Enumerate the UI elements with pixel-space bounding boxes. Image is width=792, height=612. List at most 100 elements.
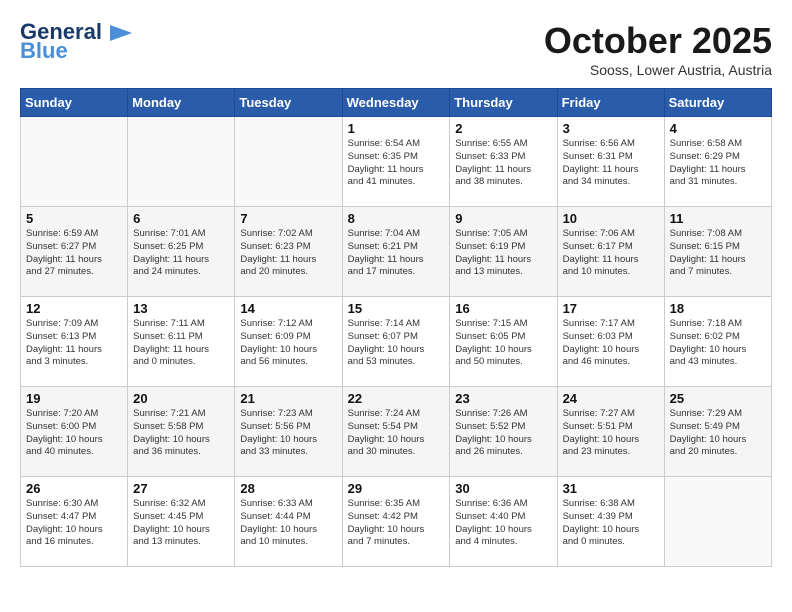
calendar-cell: 13 Sunrise: 7:11 AM Sunset: 6:11 PM Dayli… xyxy=(128,297,235,387)
calendar-cell: 21 Sunrise: 7:23 AM Sunset: 5:56 PM Dayli… xyxy=(235,387,342,477)
calendar-cell: 23Sunrise: 7:26 AM Sunset: 5:52 PM Dayli… xyxy=(450,387,557,477)
calendar-header-row: SundayMondayTuesdayWednesdayThursdayFrid… xyxy=(21,89,772,117)
calendar-cell: 17 Sunrise: 7:17 AM Sunset: 6:03 PM Dayli… xyxy=(557,297,664,387)
calendar-cell xyxy=(235,117,342,207)
day-info: Sunrise: 7:29 AM Sunset: 5:49 PM Dayligh… xyxy=(670,408,766,459)
day-info: Sunrise: 7:05 AM Sunset: 6:19 PM Dayligh… xyxy=(455,228,551,279)
logo-arrow-icon xyxy=(110,25,132,41)
day-info: Sunrise: 6:56 AM Sunset: 6:31 PM Dayligh… xyxy=(563,138,659,189)
day-number: 2 xyxy=(455,121,551,136)
calendar-cell: 6 Sunrise: 7:01 AM Sunset: 6:25 PM Daylig… xyxy=(128,207,235,297)
calendar-cell: 5 Sunrise: 6:59 AM Sunset: 6:27 PM Daylig… xyxy=(21,207,128,297)
day-header-wednesday: Wednesday xyxy=(342,89,450,117)
title-section: October 2025 Sooss, Lower Austria, Austr… xyxy=(544,20,772,78)
day-number: 24 xyxy=(563,391,659,406)
day-number: 1 xyxy=(348,121,445,136)
calendar-cell: 18 Sunrise: 7:18 AM Sunset: 6:02 PM Dayli… xyxy=(664,297,771,387)
calendar-cell xyxy=(128,117,235,207)
calendar-cell: 28 Sunrise: 6:33 AM Sunset: 4:44 PM Dayli… xyxy=(235,477,342,567)
calendar-cell: 3 Sunrise: 6:56 AM Sunset: 6:31 PM Daylig… xyxy=(557,117,664,207)
day-number: 15 xyxy=(348,301,445,316)
page-header: General Blue October 2025 Sooss, Lower A… xyxy=(20,20,772,78)
logo: General Blue xyxy=(20,20,132,62)
day-info: Sunrise: 7:01 AM Sunset: 6:25 PM Dayligh… xyxy=(133,228,229,279)
day-number: 20 xyxy=(133,391,229,406)
day-header-sunday: Sunday xyxy=(21,89,128,117)
day-header-saturday: Saturday xyxy=(664,89,771,117)
day-info: Sunrise: 6:33 AM Sunset: 4:44 PM Dayligh… xyxy=(240,498,336,549)
calendar-cell: 12Sunrise: 7:09 AM Sunset: 6:13 PM Dayli… xyxy=(21,297,128,387)
day-number: 21 xyxy=(240,391,336,406)
calendar-cell: 16 Sunrise: 7:15 AM Sunset: 6:05 PM Dayli… xyxy=(450,297,557,387)
day-header-tuesday: Tuesday xyxy=(235,89,342,117)
day-number: 12 xyxy=(26,301,122,316)
day-number: 6 xyxy=(133,211,229,226)
calendar-week-1: 1Sunrise: 6:54 AM Sunset: 6:35 PM Daylig… xyxy=(21,117,772,207)
calendar-cell: 30Sunrise: 6:36 AM Sunset: 4:40 PM Dayli… xyxy=(450,477,557,567)
logo-blue: Blue xyxy=(20,40,68,62)
day-info: Sunrise: 6:30 AM Sunset: 4:47 PM Dayligh… xyxy=(26,498,122,549)
location: Sooss, Lower Austria, Austria xyxy=(544,62,772,78)
calendar-cell: 10Sunrise: 7:06 AM Sunset: 6:17 PM Dayli… xyxy=(557,207,664,297)
day-info: Sunrise: 7:24 AM Sunset: 5:54 PM Dayligh… xyxy=(348,408,445,459)
day-info: Sunrise: 7:20 AM Sunset: 6:00 PM Dayligh… xyxy=(26,408,122,459)
day-info: Sunrise: 7:08 AM Sunset: 6:15 PM Dayligh… xyxy=(670,228,766,279)
day-number: 13 xyxy=(133,301,229,316)
day-number: 4 xyxy=(670,121,766,136)
day-info: Sunrise: 6:32 AM Sunset: 4:45 PM Dayligh… xyxy=(133,498,229,549)
calendar-cell: 9 Sunrise: 7:05 AM Sunset: 6:19 PM Daylig… xyxy=(450,207,557,297)
day-header-friday: Friday xyxy=(557,89,664,117)
calendar-cell: 19 Sunrise: 7:20 AM Sunset: 6:00 PM Dayli… xyxy=(21,387,128,477)
day-info: Sunrise: 7:26 AM Sunset: 5:52 PM Dayligh… xyxy=(455,408,551,459)
day-info: Sunrise: 6:38 AM Sunset: 4:39 PM Dayligh… xyxy=(563,498,659,549)
calendar-cell: 22 Sunrise: 7:24 AM Sunset: 5:54 PM Dayli… xyxy=(342,387,450,477)
day-info: Sunrise: 7:11 AM Sunset: 6:11 PM Dayligh… xyxy=(133,318,229,369)
day-info: Sunrise: 6:35 AM Sunset: 4:42 PM Dayligh… xyxy=(348,498,445,549)
day-number: 11 xyxy=(670,211,766,226)
calendar-cell xyxy=(664,477,771,567)
day-number: 29 xyxy=(348,481,445,496)
day-info: Sunrise: 7:12 AM Sunset: 6:09 PM Dayligh… xyxy=(240,318,336,369)
day-number: 14 xyxy=(240,301,336,316)
day-number: 3 xyxy=(563,121,659,136)
day-number: 5 xyxy=(26,211,122,226)
day-number: 17 xyxy=(563,301,659,316)
calendar-cell: 29 Sunrise: 6:35 AM Sunset: 4:42 PM Dayli… xyxy=(342,477,450,567)
calendar-cell: 14 Sunrise: 7:12 AM Sunset: 6:09 PM Dayli… xyxy=(235,297,342,387)
day-info: Sunrise: 7:18 AM Sunset: 6:02 PM Dayligh… xyxy=(670,318,766,369)
day-info: Sunrise: 7:06 AM Sunset: 6:17 PM Dayligh… xyxy=(563,228,659,279)
day-number: 7 xyxy=(240,211,336,226)
calendar-cell: 26 Sunrise: 6:30 AM Sunset: 4:47 PM Dayli… xyxy=(21,477,128,567)
day-info: Sunrise: 7:21 AM Sunset: 5:58 PM Dayligh… xyxy=(133,408,229,459)
calendar-cell: 2Sunrise: 6:55 AM Sunset: 6:33 PM Daylig… xyxy=(450,117,557,207)
calendar-cell: 25 Sunrise: 7:29 AM Sunset: 5:49 PM Dayli… xyxy=(664,387,771,477)
day-number: 19 xyxy=(26,391,122,406)
calendar-week-5: 26 Sunrise: 6:30 AM Sunset: 4:47 PM Dayli… xyxy=(21,477,772,567)
day-header-monday: Monday xyxy=(128,89,235,117)
calendar-cell: 27Sunrise: 6:32 AM Sunset: 4:45 PM Dayli… xyxy=(128,477,235,567)
calendar-cell: 7 Sunrise: 7:02 AM Sunset: 6:23 PM Daylig… xyxy=(235,207,342,297)
day-info: Sunrise: 7:15 AM Sunset: 6:05 PM Dayligh… xyxy=(455,318,551,369)
calendar-cell: 8Sunrise: 7:04 AM Sunset: 6:21 PM Daylig… xyxy=(342,207,450,297)
day-number: 9 xyxy=(455,211,551,226)
day-number: 25 xyxy=(670,391,766,406)
calendar-cell: 24Sunrise: 7:27 AM Sunset: 5:51 PM Dayli… xyxy=(557,387,664,477)
day-number: 22 xyxy=(348,391,445,406)
day-info: Sunrise: 7:02 AM Sunset: 6:23 PM Dayligh… xyxy=(240,228,336,279)
day-info: Sunrise: 7:23 AM Sunset: 5:56 PM Dayligh… xyxy=(240,408,336,459)
calendar-cell: 1Sunrise: 6:54 AM Sunset: 6:35 PM Daylig… xyxy=(342,117,450,207)
day-info: Sunrise: 7:14 AM Sunset: 6:07 PM Dayligh… xyxy=(348,318,445,369)
day-number: 31 xyxy=(563,481,659,496)
day-number: 8 xyxy=(348,211,445,226)
calendar-week-4: 19 Sunrise: 7:20 AM Sunset: 6:00 PM Dayli… xyxy=(21,387,772,477)
calendar-cell xyxy=(21,117,128,207)
day-number: 18 xyxy=(670,301,766,316)
month-title: October 2025 xyxy=(544,20,772,62)
day-info: Sunrise: 7:17 AM Sunset: 6:03 PM Dayligh… xyxy=(563,318,659,369)
day-info: Sunrise: 6:58 AM Sunset: 6:29 PM Dayligh… xyxy=(670,138,766,189)
day-number: 16 xyxy=(455,301,551,316)
day-number: 26 xyxy=(26,481,122,496)
day-number: 28 xyxy=(240,481,336,496)
day-info: Sunrise: 6:59 AM Sunset: 6:27 PM Dayligh… xyxy=(26,228,122,279)
day-number: 30 xyxy=(455,481,551,496)
